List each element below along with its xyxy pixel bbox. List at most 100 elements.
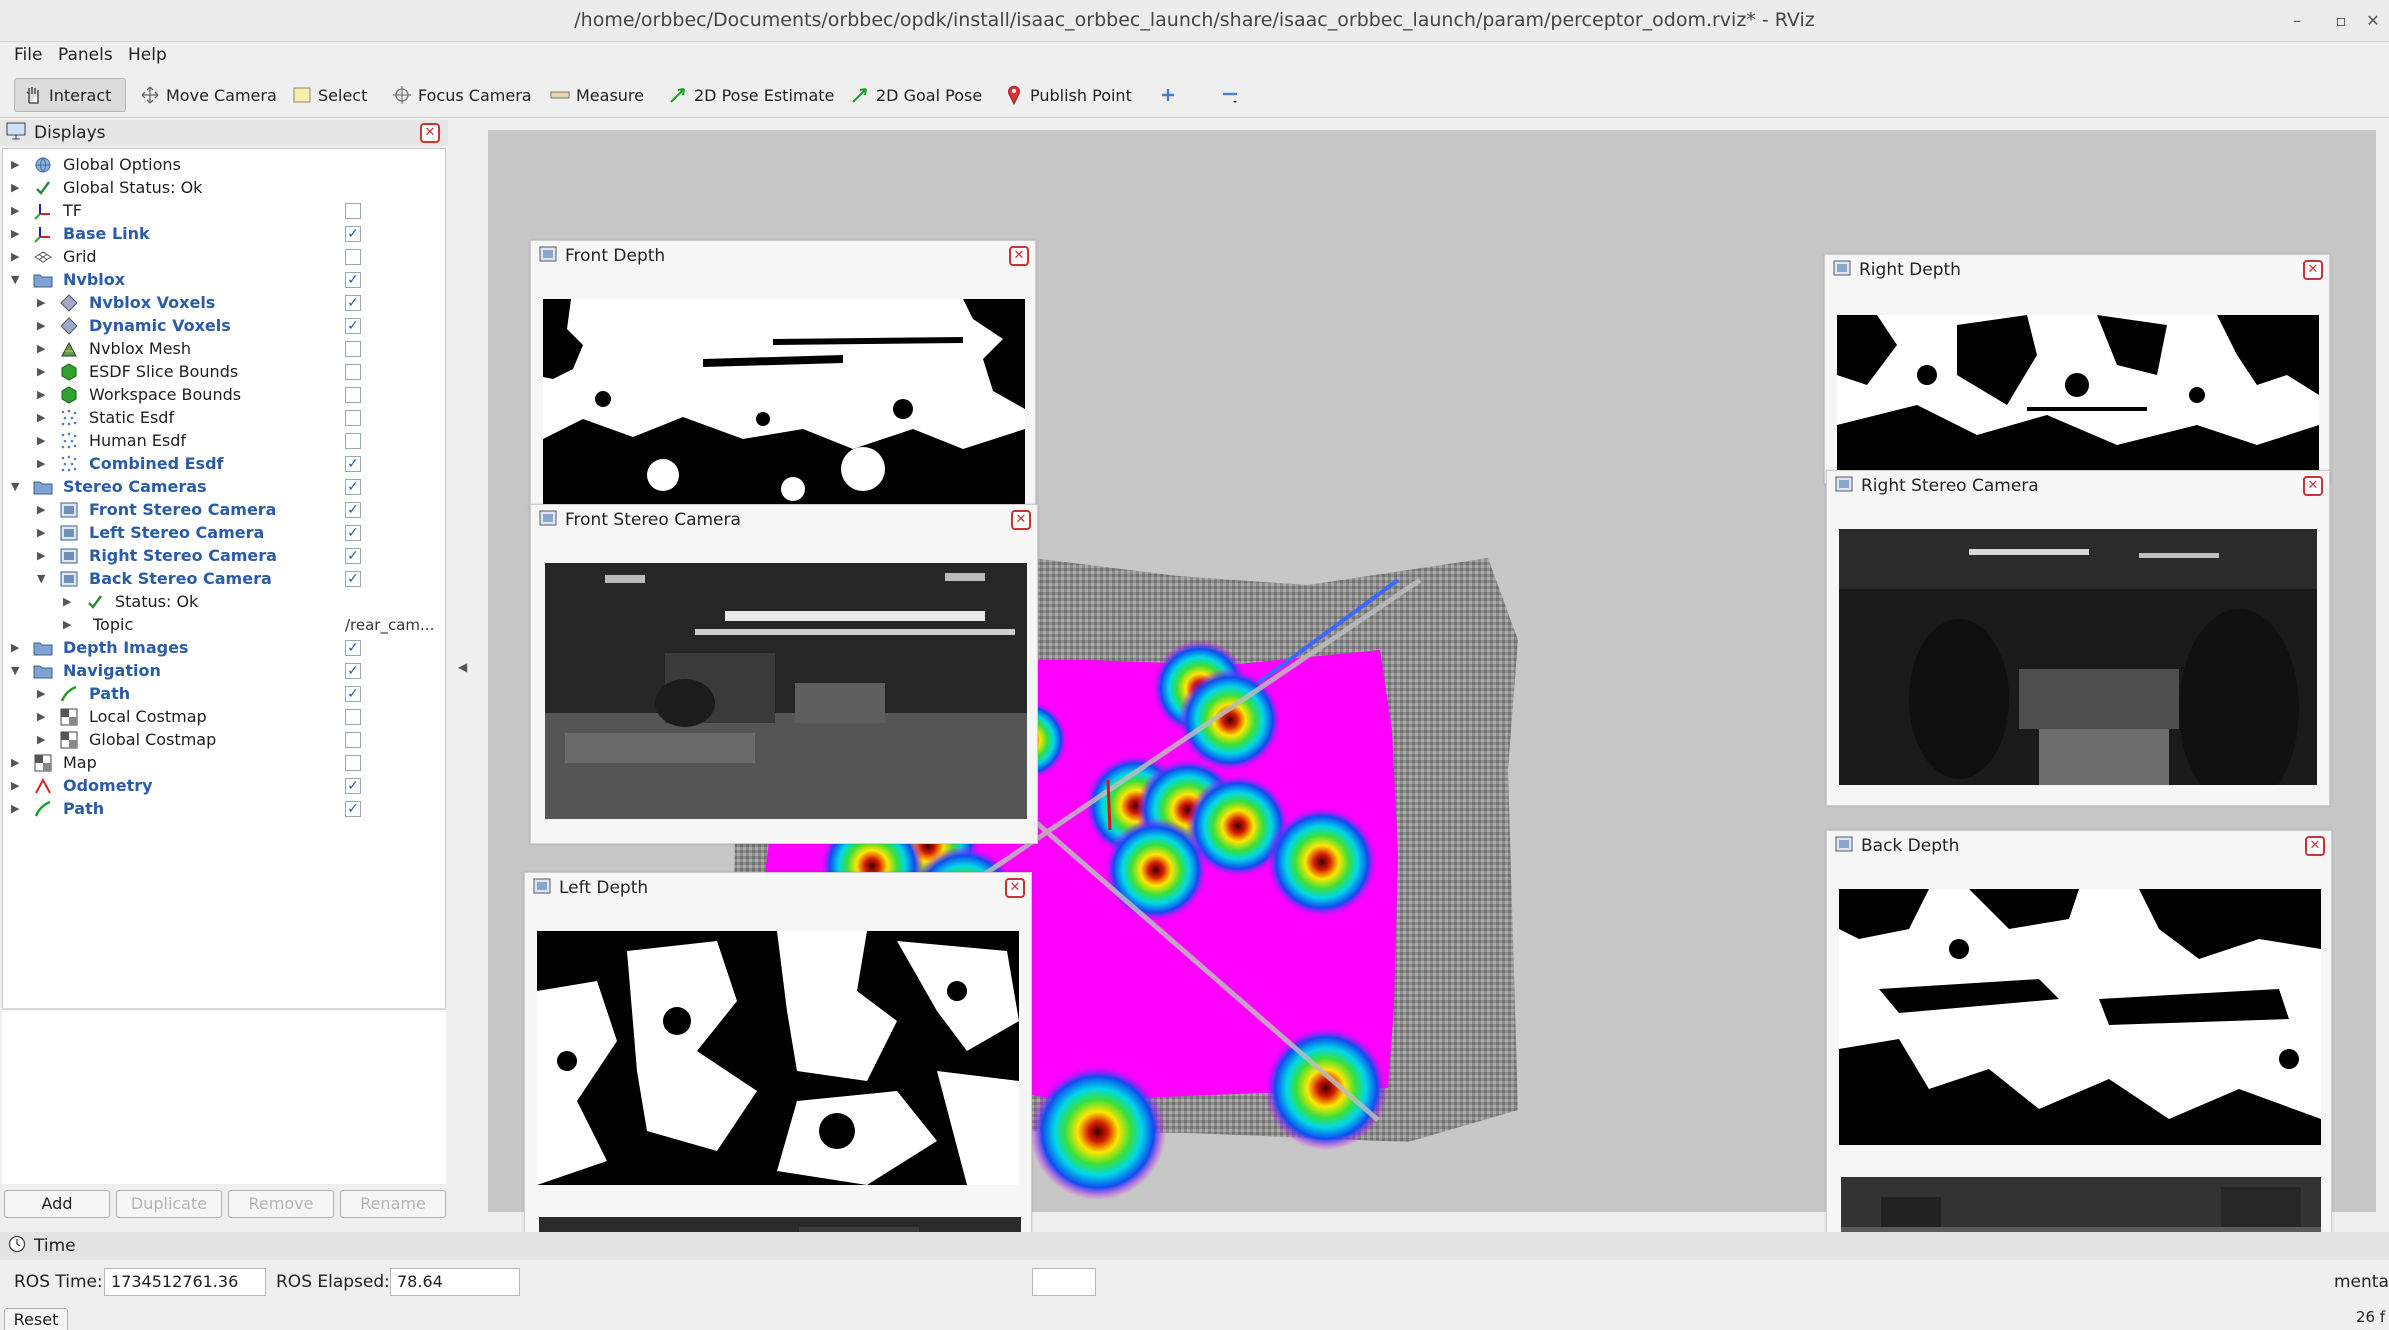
display-item-nvblox-voxels[interactable]: ▶ Nvblox Voxels ✓ bbox=[3, 291, 443, 314]
close-back-depth-button[interactable]: ✕ bbox=[2305, 836, 2325, 856]
add-display-button[interactable]: Add bbox=[4, 1190, 110, 1218]
display-item-global-costmap[interactable]: ▶ Global Costmap bbox=[3, 728, 443, 751]
checkbox-unchecked[interactable] bbox=[345, 731, 361, 748]
display-item-path[interactable]: ▶ Path ✓ bbox=[3, 682, 443, 705]
time-field-fragment[interactable] bbox=[1032, 1268, 1096, 1296]
expand-arrow-right-icon[interactable]: ▶ bbox=[11, 756, 23, 769]
display-item-path[interactable]: ▶ Path ✓ bbox=[3, 797, 443, 820]
publish-point-tool[interactable]: Publish Point bbox=[996, 78, 1140, 112]
checkbox-checked[interactable]: ✓ bbox=[345, 524, 361, 541]
ros-elapsed-field[interactable]: 78.64 bbox=[390, 1268, 520, 1296]
checkbox-checked[interactable]: ✓ bbox=[345, 662, 361, 679]
display-item-map[interactable]: ▶ Map bbox=[3, 751, 443, 774]
right-depth-panel[interactable]: Right Depth ✕ bbox=[1824, 254, 2330, 484]
display-item-left-stereo-camera[interactable]: ▶ Left Stereo Camera ✓ bbox=[3, 521, 443, 544]
checkbox-checked[interactable]: ✓ bbox=[345, 455, 361, 472]
close-displays-button[interactable]: ✕ bbox=[420, 123, 440, 143]
close-right-depth-button[interactable]: ✕ bbox=[2303, 260, 2323, 280]
front-depth-panel[interactable]: Front Depth ✕ bbox=[530, 240, 1036, 510]
right-stereo-panel[interactable]: Right Stereo Camera ✕ bbox=[1826, 470, 2330, 806]
remove-tool-button[interactable] bbox=[1212, 78, 1248, 112]
checkbox-checked[interactable]: ✓ bbox=[345, 639, 361, 656]
expand-arrow-right-icon[interactable]: ▶ bbox=[63, 595, 75, 608]
expand-arrow-right-icon[interactable]: ▶ bbox=[37, 457, 49, 470]
menu-file[interactable]: File bbox=[14, 45, 42, 65]
display-item-global-status-ok[interactable]: ▶ Global Status: Ok bbox=[3, 176, 443, 199]
remove-display-button[interactable]: Remove bbox=[228, 1190, 334, 1218]
checkbox-checked[interactable]: ✓ bbox=[345, 570, 361, 587]
expand-arrow-right-icon[interactable]: ▶ bbox=[11, 227, 23, 240]
expand-arrow-right-icon[interactable]: ▶ bbox=[63, 618, 75, 631]
expand-arrow-right-icon[interactable]: ▶ bbox=[11, 204, 23, 217]
checkbox-unchecked[interactable] bbox=[345, 708, 361, 725]
menu-help[interactable]: Help bbox=[128, 45, 167, 65]
expand-arrow-right-icon[interactable]: ▶ bbox=[37, 388, 49, 401]
expand-arrow-right-icon[interactable]: ▶ bbox=[37, 296, 49, 309]
display-item-depth-images[interactable]: ▶ Depth Images ✓ bbox=[3, 636, 443, 659]
duplicate-display-button[interactable]: Duplicate bbox=[116, 1190, 222, 1218]
expand-arrow-right-icon[interactable]: ▶ bbox=[11, 779, 23, 792]
menu-panels[interactable]: Panels bbox=[58, 45, 113, 65]
expand-arrow-down-icon[interactable]: ▼ bbox=[11, 480, 23, 493]
goal-pose-tool[interactable]: 2D Goal Pose bbox=[842, 78, 990, 112]
expand-arrow-right-icon[interactable]: ▶ bbox=[11, 250, 23, 263]
rename-display-button[interactable]: Rename bbox=[340, 1190, 446, 1218]
maximize-button[interactable]: ▫ bbox=[2328, 8, 2354, 34]
checkbox-unchecked[interactable] bbox=[345, 754, 361, 771]
select-tool[interactable]: Select bbox=[284, 78, 375, 112]
display-item-nvblox[interactable]: ▼ Nvblox ✓ bbox=[3, 268, 443, 291]
front-stereo-panel[interactable]: Front Stereo Camera ✕ bbox=[530, 504, 1038, 844]
ros-time-field[interactable]: 1734512761.36 bbox=[104, 1268, 266, 1296]
checkbox-unchecked[interactable] bbox=[345, 386, 361, 403]
display-item-odometry[interactable]: ▶ Odometry ✓ bbox=[3, 774, 443, 797]
expand-arrow-right-icon[interactable]: ▶ bbox=[37, 733, 49, 746]
checkbox-checked[interactable]: ✓ bbox=[345, 777, 361, 794]
display-item-tf[interactable]: ▶ TF bbox=[3, 199, 443, 222]
collapse-panel-arrow[interactable]: ◀ bbox=[458, 660, 467, 674]
display-item-topic[interactable]: ▶ Topic/rear_cam... bbox=[3, 613, 443, 636]
measure-tool[interactable]: Measure bbox=[542, 78, 652, 112]
checkbox-checked[interactable]: ✓ bbox=[345, 317, 361, 334]
move-camera-tool[interactable]: Move Camera bbox=[132, 78, 285, 112]
display-item-combined-esdf[interactable]: ▶ Combined Esdf ✓ bbox=[3, 452, 443, 475]
checkbox-unchecked[interactable] bbox=[345, 340, 361, 357]
expand-arrow-right-icon[interactable]: ▶ bbox=[11, 802, 23, 815]
focus-camera-tool[interactable]: Focus Camera bbox=[384, 78, 540, 112]
display-item-right-stereo-camera[interactable]: ▶ Right Stereo Camera ✓ bbox=[3, 544, 443, 567]
display-item-workspace-bounds[interactable]: ▶ Workspace Bounds bbox=[3, 383, 443, 406]
minimize-button[interactable]: – bbox=[2284, 8, 2310, 34]
expand-arrow-right-icon[interactable]: ▶ bbox=[11, 158, 23, 171]
checkbox-unchecked[interactable] bbox=[345, 363, 361, 380]
checkbox-checked[interactable]: ✓ bbox=[345, 478, 361, 495]
display-item-human-esdf[interactable]: ▶ Human Esdf bbox=[3, 429, 443, 452]
expand-arrow-down-icon[interactable]: ▼ bbox=[11, 664, 23, 677]
display-item-navigation[interactable]: ▼ Navigation ✓ bbox=[3, 659, 443, 682]
display-item-stereo-cameras[interactable]: ▼ Stereo Cameras ✓ bbox=[3, 475, 443, 498]
checkbox-unchecked[interactable] bbox=[345, 248, 361, 265]
expand-arrow-right-icon[interactable]: ▶ bbox=[37, 319, 49, 332]
expand-arrow-right-icon[interactable]: ▶ bbox=[37, 710, 49, 723]
display-item-dynamic-voxels[interactable]: ▶ Dynamic Voxels ✓ bbox=[3, 314, 443, 337]
close-front-depth-button[interactable]: ✕ bbox=[1009, 246, 1029, 266]
close-window-button[interactable]: ✕ bbox=[2360, 8, 2386, 34]
expand-arrow-right-icon[interactable]: ▶ bbox=[11, 641, 23, 654]
checkbox-checked[interactable]: ✓ bbox=[345, 271, 361, 288]
expand-arrow-right-icon[interactable]: ▶ bbox=[37, 526, 49, 539]
close-left-depth-button[interactable]: ✕ bbox=[1005, 878, 1025, 898]
display-item-back-stereo-camera[interactable]: ▼ Back Stereo Camera ✓ bbox=[3, 567, 443, 590]
expand-arrow-right-icon[interactable]: ▶ bbox=[11, 181, 23, 194]
expand-arrow-right-icon[interactable]: ▶ bbox=[37, 687, 49, 700]
checkbox-unchecked[interactable] bbox=[345, 202, 361, 219]
display-item-local-costmap[interactable]: ▶ Local Costmap bbox=[3, 705, 443, 728]
checkbox-checked[interactable]: ✓ bbox=[345, 800, 361, 817]
expand-arrow-right-icon[interactable]: ▶ bbox=[37, 411, 49, 424]
back-depth-panel[interactable]: Back Depth ✕ bbox=[1826, 830, 2332, 1300]
display-item-base-link[interactable]: ▶ Base Link ✓ bbox=[3, 222, 443, 245]
display-item-esdf-slice-bounds[interactable]: ▶ ESDF Slice Bounds bbox=[3, 360, 443, 383]
checkbox-checked[interactable]: ✓ bbox=[345, 294, 361, 311]
display-item-front-stereo-camera[interactable]: ▶ Front Stereo Camera ✓ bbox=[3, 498, 443, 521]
checkbox-checked[interactable]: ✓ bbox=[345, 685, 361, 702]
close-front-stereo-button[interactable]: ✕ bbox=[1011, 510, 1031, 530]
expand-arrow-right-icon[interactable]: ▶ bbox=[37, 549, 49, 562]
checkbox-unchecked[interactable] bbox=[345, 409, 361, 426]
